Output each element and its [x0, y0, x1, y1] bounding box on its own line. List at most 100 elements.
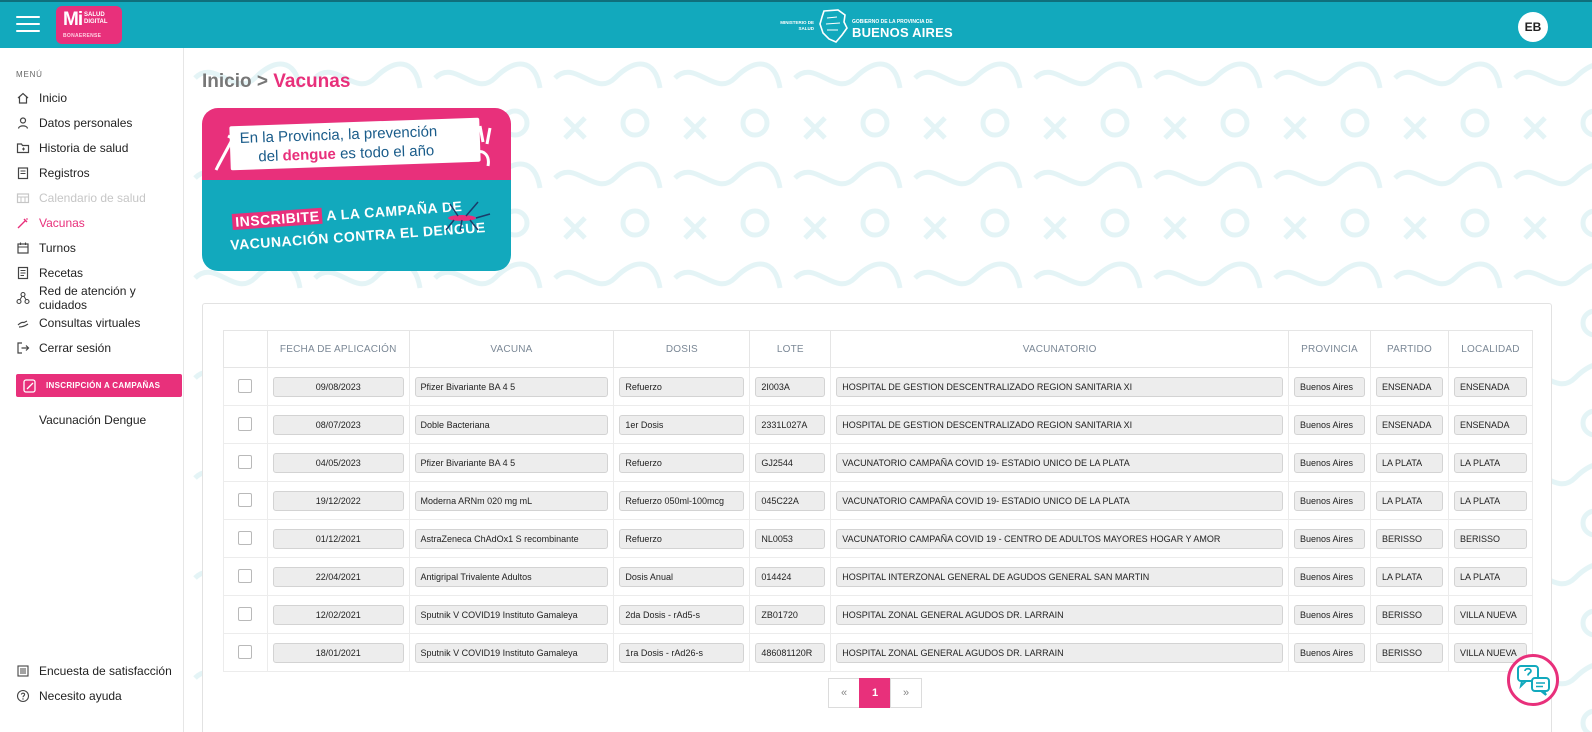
cell-lote: GJ2544: [749, 443, 832, 482]
table-header-vacuna[interactable]: VACUNA: [408, 330, 615, 368]
campaign-button-label: INSCRIPCIÓN A CAMPAÑAS: [46, 381, 161, 390]
row-checkbox[interactable]: [238, 417, 253, 432]
sidebar-item-historia-de-salud[interactable]: Historia de salud: [0, 135, 184, 160]
sidebar-item-label: Red de atención y cuidados: [39, 283, 136, 312]
provincia-field: Buenos Aires: [1294, 528, 1365, 549]
sidebar-item-vacunas[interactable]: Vacunas: [0, 210, 184, 235]
breadcrumb-separator: >: [256, 71, 269, 92]
sidebar-item-label: Encuesta de satisfacción: [39, 663, 172, 678]
cell-partido: ENSENADA: [1369, 405, 1449, 444]
sidebar-item-consultas-virtuales[interactable]: Consultas virtuales: [0, 310, 184, 335]
cell-provincia: Buenos Aires: [1288, 481, 1371, 520]
cell-lote: NL0053: [749, 519, 832, 558]
sidebar-item-cerrar-sesion[interactable]: Cerrar sesión: [0, 335, 184, 360]
fecha-field: 12/02/2021: [272, 604, 404, 625]
sidebar-item-red-de-atencion[interactable]: Red de atención y cuidados: [0, 283, 184, 312]
hamburger-menu-icon[interactable]: [16, 16, 40, 34]
network-icon: [16, 291, 30, 305]
cell-lote: ZB01720: [749, 595, 832, 634]
row-checkbox[interactable]: [238, 569, 253, 584]
row-checkbox[interactable]: [238, 531, 253, 546]
row-select-cell: [223, 481, 268, 520]
table-row: 01/12/2021 AstraZeneca ChAdOx1 S recombi…: [223, 519, 1534, 558]
help-circle-icon: [16, 689, 30, 703]
cell-fecha: 19/12/2022: [266, 481, 410, 520]
sidebar-item-inicio[interactable]: Inicio: [0, 85, 184, 110]
vacunatorio-field: VACUNATORIO CAMPAÑA COVID 19- ESTADIO UN…: [836, 490, 1284, 511]
cell-localidad: LA PLATA: [1447, 557, 1534, 596]
table-header-vacunatorio[interactable]: VACUNATORIO: [830, 330, 1290, 368]
table-row: 12/02/2021 Sputnik V COVID19 Instituto G…: [223, 595, 1534, 634]
cell-vacunatorio: VACUNATORIO CAMPAÑA COVID 19- ESTADIO UN…: [830, 481, 1290, 520]
lote-field: 486081120R: [755, 642, 826, 663]
user-avatar[interactable]: EB: [1518, 12, 1548, 42]
sidebar-item-vacunacion-dengue[interactable]: Vacunación Dengue: [39, 413, 146, 427]
vacunatorio-field: HOSPITAL ZONAL GENERAL AGUDOS DR. LARRAI…: [836, 642, 1284, 663]
dengue-campaign-banner[interactable]: En la Provincia, la prevención del dengu…: [202, 108, 511, 271]
cell-fecha: 12/02/2021: [266, 595, 410, 634]
dosis-field: 1er Dosis: [619, 414, 745, 435]
table-row: 04/05/2023 Pfizer Bivariante BA 4 5 Refu…: [223, 443, 1534, 482]
help-chat-button[interactable]: [1507, 654, 1559, 706]
row-checkbox[interactable]: [238, 455, 253, 470]
table-header-provincia[interactable]: PROVINCIA: [1288, 330, 1371, 368]
row-checkbox[interactable]: [238, 645, 253, 660]
localidad-field: LA PLATA: [1453, 490, 1527, 511]
sidebar-item-turnos[interactable]: Turnos: [0, 235, 184, 260]
breadcrumb-home[interactable]: Inicio: [202, 71, 252, 92]
pagination: « 1 »: [828, 678, 922, 708]
cell-lote: 486081120R: [749, 633, 832, 672]
mosquito-icon: [445, 201, 491, 232]
home-icon: [16, 91, 30, 105]
table-header-lote[interactable]: LOTE: [749, 330, 832, 368]
table-header-localidad[interactable]: LOCALIDAD: [1447, 330, 1534, 368]
sidebar-item-recetas[interactable]: Recetas: [0, 260, 184, 285]
app-logo[interactable]: Mi SALUD DIGITAL BONAERENSE: [56, 6, 122, 44]
provincia-field: Buenos Aires: [1294, 490, 1365, 511]
table-header-fecha[interactable]: FECHA DE APLICACIÓN: [266, 330, 410, 368]
localidad-field: VILLA NUEVA: [1453, 604, 1527, 625]
cell-provincia: Buenos Aires: [1288, 443, 1371, 482]
cell-vacunatorio: HOSPITAL DE GESTION DESCENTRALIZADO REGI…: [830, 367, 1290, 406]
campaign-registration-button[interactable]: INSCRIPCIÓN A CAMPAÑAS: [16, 374, 182, 397]
calendar-icon: [16, 241, 30, 255]
cell-partido: LA PLATA: [1369, 481, 1449, 520]
vacuna-field: Sputnik V COVID19 Instituto Gamaleya: [414, 642, 609, 663]
sidebar-item-necesito-ayuda[interactable]: Necesito ayuda: [0, 683, 184, 708]
table-header-dosis[interactable]: DOSIS: [613, 330, 751, 368]
logo-mi: Mi: [63, 9, 83, 30]
vacuna-field: Pfizer Bivariante BA 4 5: [414, 452, 609, 473]
sidebar-item-label: Inicio: [39, 90, 68, 105]
sidebar-item-registros[interactable]: Registros: [0, 160, 184, 185]
pagination-prev-button[interactable]: «: [828, 678, 860, 708]
cell-vacunatorio: HOSPITAL ZONAL GENERAL AGUDOS DR. LARRAI…: [830, 633, 1290, 672]
sidebar: MENÚ Inicio Datos personales Historia de…: [0, 48, 184, 732]
row-checkbox[interactable]: [238, 607, 253, 622]
row-checkbox[interactable]: [238, 379, 253, 394]
pagination-page-1[interactable]: 1: [859, 678, 891, 708]
pagination-next-button[interactable]: »: [890, 678, 922, 708]
vacunatorio-field: HOSPITAL DE GESTION DESCENTRALIZADO REGI…: [836, 414, 1284, 435]
cell-lote: 2I003A: [749, 367, 832, 406]
fecha-field: 09/08/2023: [272, 376, 404, 397]
cell-localidad: ENSENADA: [1447, 405, 1534, 444]
row-checkbox[interactable]: [238, 493, 253, 508]
sidebar-item-label: Recetas: [39, 265, 84, 280]
sidebar-item-label: Turnos: [39, 240, 76, 255]
vaccines-table: FECHA DE APLICACIÓN VACUNA DOSIS LOTE VA…: [223, 330, 1534, 672]
cell-vacunatorio: VACUNATORIO CAMPAÑA COVID 19 - CENTRO DE…: [830, 519, 1290, 558]
sidebar-item-label: Calendario de salud: [39, 190, 146, 205]
dosis-field: Refuerzo: [619, 528, 745, 549]
sidebar-item-label: Historia de salud: [39, 140, 129, 155]
row-select-cell: [223, 595, 268, 634]
sidebar-item-encuesta[interactable]: Encuesta de satisfacción: [0, 658, 184, 683]
vacuna-field: AstraZeneca ChAdOx1 S recombinante: [414, 528, 609, 549]
table-header-partido[interactable]: PARTIDO: [1369, 330, 1449, 368]
lote-field: 2331L027A: [755, 414, 826, 435]
sidebar-item-datos-personales[interactable]: Datos personales: [0, 110, 184, 135]
table-header-select: [223, 330, 268, 368]
vacunatorio-field: HOSPITAL INTERZONAL GENERAL DE AGUDOS GE…: [836, 566, 1284, 587]
breadcrumb-current: Vacunas: [273, 71, 351, 92]
fecha-field: 01/12/2021: [272, 528, 404, 549]
folder-icon: [16, 141, 30, 155]
